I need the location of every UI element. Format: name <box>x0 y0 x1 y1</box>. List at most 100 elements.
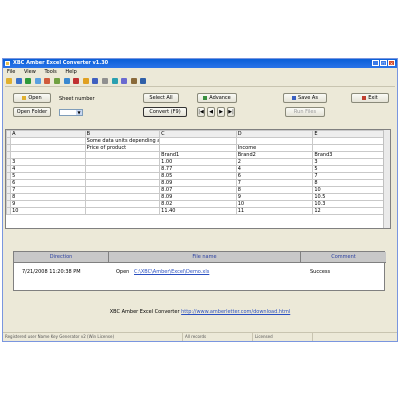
grid-cell[interactable] <box>312 137 390 145</box>
grid-cell[interactable]: Income <box>235 144 314 152</box>
close-button[interactable]: × <box>388 60 395 66</box>
grid-cell[interactable]: 6 <box>10 179 86 187</box>
grid-cell[interactable]: 4 <box>235 165 314 173</box>
grid-cell[interactable]: 3 <box>312 158 390 166</box>
grid-scrollbar[interactable] <box>383 130 390 228</box>
prev-page-button[interactable]: ◀ <box>207 107 215 117</box>
exit-button[interactable]: Exit <box>351 93 389 103</box>
log-header-file[interactable]: File name <box>108 252 300 263</box>
grid-cell[interactable] <box>84 207 161 215</box>
home-icon[interactable] <box>82 78 89 84</box>
forward-icon[interactable] <box>63 78 70 84</box>
save-icon[interactable] <box>15 78 22 84</box>
grid-cell[interactable]: 12 <box>312 207 390 215</box>
grid-cell[interactable]: 11.40 <box>159 207 237 215</box>
grid-cell[interactable]: 7 <box>312 172 390 180</box>
column-header[interactable]: D <box>235 130 314 138</box>
help-icon[interactable] <box>92 78 99 84</box>
stop-icon[interactable] <box>73 78 80 84</box>
select-all-button[interactable]: Select All <box>143 93 179 103</box>
zoom-icon[interactable] <box>121 78 128 84</box>
grid-cell[interactable] <box>10 151 86 159</box>
advance-button[interactable]: Advance <box>197 93 237 103</box>
spreadsheet-grid[interactable]: A B C D E Some data units depending at Pr… <box>5 129 391 229</box>
grid-cell[interactable]: 10.3 <box>312 200 390 208</box>
run-files-button[interactable]: Run Files <box>285 107 325 117</box>
undo-icon[interactable] <box>44 78 51 84</box>
column-header[interactable]: A <box>10 130 86 138</box>
log-header-comment[interactable]: Comment <box>300 252 386 263</box>
save-as-button[interactable]: Save As <box>283 93 327 103</box>
grid-cell[interactable] <box>84 179 161 187</box>
grid-cell[interactable]: 8.07 <box>159 186 237 194</box>
grid-cell[interactable] <box>10 137 86 145</box>
info-icon[interactable] <box>111 78 118 84</box>
grid-cell[interactable]: 9 <box>10 200 86 208</box>
back-icon[interactable] <box>53 78 60 84</box>
grid-cell[interactable] <box>10 144 86 152</box>
grid-cell[interactable] <box>84 172 161 180</box>
refresh-icon[interactable] <box>34 78 41 84</box>
open-icon[interactable] <box>6 78 12 84</box>
grid-cell[interactable]: 3 <box>10 158 86 166</box>
minimize-button[interactable]: _ <box>372 60 379 66</box>
grid-cell[interactable]: 11 <box>235 207 314 215</box>
grid-cell[interactable]: 1.00 <box>159 158 237 166</box>
footer-link[interactable]: http://www.amberletter.com/download.html <box>181 309 290 315</box>
grid-cell[interactable]: 8.02 <box>159 200 237 208</box>
menu-view[interactable]: View <box>24 69 36 76</box>
first-page-button[interactable]: |◀ <box>197 107 205 117</box>
grid-cell[interactable]: 10.5 <box>312 193 390 201</box>
grid-cell[interactable] <box>312 144 390 152</box>
menu-file[interactable]: File <box>7 69 15 76</box>
grid-cell[interactable]: 2 <box>235 158 314 166</box>
grid-cell[interactable]: 6 <box>235 172 314 180</box>
settings-icon[interactable] <box>101 78 108 84</box>
excel-icon[interactable] <box>25 78 32 84</box>
grid-cell[interactable]: 4 <box>10 165 86 173</box>
grid-cell[interactable]: 8.09 <box>159 193 237 201</box>
grid-cell[interactable]: 10 <box>312 186 390 194</box>
grid-cell[interactable]: 5 <box>312 165 390 173</box>
menu-help[interactable]: Help <box>65 69 76 76</box>
grid-cell[interactable] <box>84 193 161 201</box>
grid-cell[interactable]: 5 <box>10 172 86 180</box>
grid-cell[interactable] <box>84 165 161 173</box>
grid-cell[interactable]: 10 <box>10 207 86 215</box>
grid-cell[interactable] <box>84 151 161 159</box>
grid-cell[interactable] <box>159 137 237 145</box>
next-page-button[interactable]: ▶ <box>217 107 225 117</box>
convert-button[interactable]: Convert (F9) <box>143 107 187 117</box>
maximize-button[interactable]: □ <box>380 60 387 66</box>
grid-cell[interactable] <box>159 144 237 152</box>
close-icon[interactable] <box>140 78 147 84</box>
column-header[interactable]: E <box>312 130 390 138</box>
grid-cell[interactable]: 10 <box>235 200 314 208</box>
grid-cell[interactable]: 7 <box>235 179 314 187</box>
grid-cell[interactable]: 7 <box>10 186 86 194</box>
column-header[interactable]: C <box>159 130 237 138</box>
grid-cell[interactable]: Brand1 <box>159 151 237 159</box>
grid-cell[interactable]: 8.09 <box>159 179 237 187</box>
grid-cell[interactable]: 8.77 <box>159 165 237 173</box>
grid-cell[interactable]: Brand3 <box>312 151 390 159</box>
grid-cell[interactable] <box>84 158 161 166</box>
grid-cell[interactable]: Price of product <box>84 144 161 152</box>
grid-cell[interactable]: Brand2 <box>235 151 314 159</box>
sheet-number-select[interactable]: ▼ <box>59 109 83 116</box>
grid-cell[interactable] <box>84 186 161 194</box>
log-row-file-link[interactable]: C:\XBC\Amber\Excel\Demo.xls <box>134 268 209 276</box>
open-button[interactable]: Open <box>13 93 51 103</box>
last-page-button[interactable]: ▶| <box>227 107 235 117</box>
column-header[interactable]: B <box>84 130 161 138</box>
grid-cell[interactable]: Some data units depending at <box>84 137 161 145</box>
print-icon[interactable] <box>130 78 137 84</box>
grid-cell[interactable]: 8.05 <box>159 172 237 180</box>
grid-cell[interactable]: 8 <box>10 193 86 201</box>
open-folder-button[interactable]: Open Folder <box>13 107 51 117</box>
log-header-direction[interactable]: Direction <box>14 252 108 263</box>
grid-cell[interactable] <box>235 137 314 145</box>
grid-cell[interactable]: 8 <box>312 179 390 187</box>
grid-cell[interactable] <box>84 200 161 208</box>
grid-cell[interactable]: 8 <box>235 186 314 194</box>
